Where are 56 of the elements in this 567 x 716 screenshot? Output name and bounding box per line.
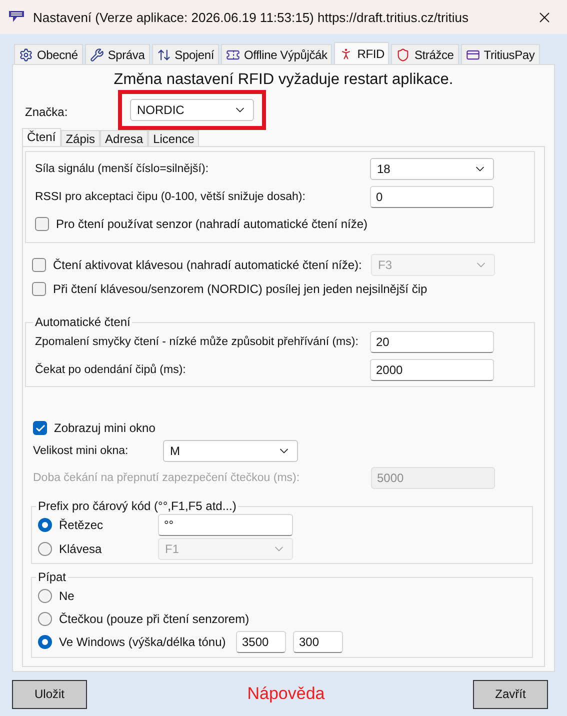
notice-text: Změna nastavení RFID vyžaduje restart aplikace. [112, 71, 454, 90]
radio-label: Čtečkou (pouze při čtení senzorem) [59, 612, 250, 626]
checkbox-label: Při čtení klávesou/senzorem (NORDIC) posílej jen jeden nejsilnější čip [53, 282, 428, 296]
group-title: Prefix pro čárový kód (°°,F1,F5 atd...) [37, 499, 238, 513]
app-icon [8, 10, 25, 24]
field-label: Síla signálu (menší číslo=silnější): [35, 163, 210, 175]
tab[interactable]: Licence [148, 130, 200, 146]
radio-button[interactable] [38, 588, 52, 602]
dropdown[interactable]: NORDIC [130, 99, 254, 122]
checkbox[interactable] [35, 217, 49, 231]
checkbox-label: Pro čtení používat senzor (nahradí automatické čtení níže) [56, 217, 368, 231]
close-button[interactable]: Zavřít [472, 680, 548, 708]
input-field[interactable]: 3500 [236, 630, 286, 652]
input-field[interactable]: 0 [370, 186, 494, 208]
field-label: Čekat po odendání čipů (ms): [35, 364, 187, 376]
field-label: Doba čekání na přepnutí zapezpečení čtečkou (ms): [33, 472, 301, 484]
radio-button[interactable] [38, 634, 52, 648]
radio-button[interactable] [38, 518, 52, 532]
radio-label: Klávesa [59, 542, 102, 556]
input-field[interactable]: 300 [293, 630, 343, 652]
tab[interactable]: Spojení [152, 44, 219, 64]
wrench-icon [90, 48, 104, 62]
checkbox[interactable] [33, 421, 47, 435]
radio-button[interactable] [38, 612, 52, 626]
tab[interactable]: RFID [334, 42, 390, 64]
tab[interactable]: Offline Výpůjčák [220, 44, 332, 64]
gear-icon [19, 48, 33, 62]
dropdown[interactable]: 18 [370, 158, 494, 180]
window-title: Nastavení (Verze aplikace: 2026.06.19 11:53:15) https://draft.tritius.cz/tritius [33, 10, 470, 24]
radio-label: Ne [59, 588, 74, 602]
save-button[interactable]: Uložit [12, 680, 87, 708]
input-field[interactable]: 20 [370, 330, 494, 352]
shield-icon [396, 48, 410, 62]
group-title: Pípat [37, 570, 68, 584]
checkbox-label: Zobrazuj mini okno [54, 421, 156, 435]
radio-label: Řetězec [59, 518, 104, 532]
dropdown[interactable]: M [163, 440, 298, 462]
tab[interactable]: TritiusPay [460, 44, 540, 64]
group-title: Automatické čtení [34, 315, 132, 329]
tab[interactable]: Správa [84, 44, 150, 64]
radio-label: Ve Windows (výška/délka tónu) [59, 634, 226, 648]
tab[interactable]: Zápis [60, 130, 100, 146]
tab[interactable]: Čtení [22, 128, 61, 146]
checkbox-label: Čtení aktivovat klávesou (nahradí automatické čtení níže): [53, 258, 362, 272]
tab[interactable]: Adresa [100, 130, 148, 146]
field-label: Velikost mini okna: [33, 445, 130, 457]
input-field[interactable]: 2000 [370, 358, 494, 380]
arrows-icon [156, 48, 171, 62]
field-label: RSSI pro akceptaci čipu (0-100, větší snižuje dosah): [35, 190, 306, 202]
field-label: Zpomalení smyčky čtení - nízké může způsobit přehřívání (ms): [35, 336, 360, 348]
field-label: Značka: [25, 105, 69, 120]
input-field[interactable]: °° [158, 514, 293, 536]
check-icon [34, 422, 46, 434]
checkbox[interactable] [32, 282, 46, 296]
tab[interactable]: Strážce [391, 44, 459, 64]
tab[interactable]: Obecné [14, 44, 83, 64]
